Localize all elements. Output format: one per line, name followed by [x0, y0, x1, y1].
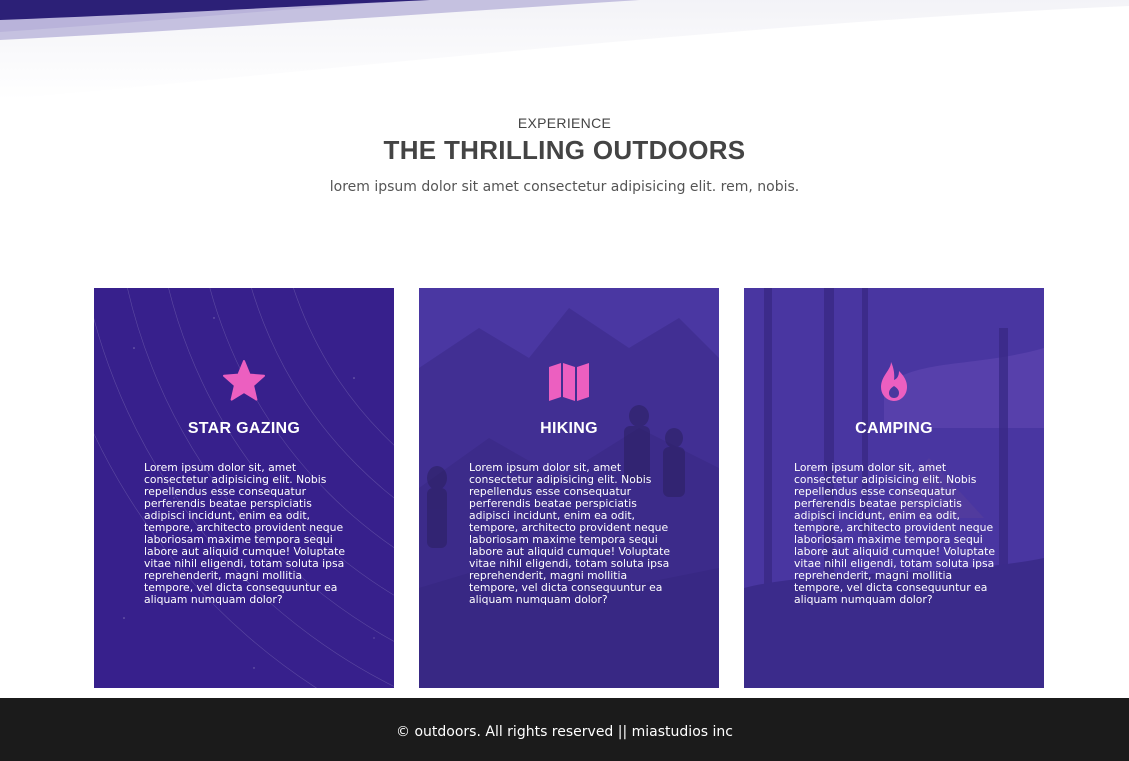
section-header: EXPERIENCE THE THRILLING OUTDOORS lorem …: [0, 114, 1129, 196]
section-title: THE THRILLING OUTDOORS: [383, 135, 746, 165]
section-eyebrow: EXPERIENCE: [517, 115, 612, 131]
fire-icon: [881, 362, 907, 401]
card-title: STAR GAZING: [187, 420, 301, 437]
activity-cards: STAR GAZING Lorem ipsum dolor sit, amet …: [94, 288, 1044, 688]
hero-wave-divider: [0, 0, 1129, 100]
card-title: HIKING: [540, 420, 598, 437]
star-icon: [223, 360, 265, 401]
card-star-gazing: STAR GAZING Lorem ipsum dolor sit, amet …: [94, 288, 394, 688]
card-hiking: HIKING Lorem ipsum dolor sit, amet conse…: [419, 288, 719, 688]
card-camping: CAMPING Lorem ipsum dolor sit, amet cons…: [744, 288, 1044, 688]
section-subtitle: lorem ipsum dolor sit amet consectetur a…: [329, 179, 800, 195]
card-text: Lorem ipsum dolor sit, amet consectetur …: [144, 461, 346, 606]
footer-copyright: © outdoors. All rights reserved || miast…: [396, 724, 733, 740]
card-text: Lorem ipsum dolor sit, amet consectetur …: [794, 461, 996, 606]
page-footer: © outdoors. All rights reserved || miast…: [0, 698, 1129, 761]
card-text: Lorem ipsum dolor sit, amet consectetur …: [469, 461, 671, 606]
card-title: CAMPING: [855, 420, 933, 437]
map-icon: [549, 363, 589, 401]
